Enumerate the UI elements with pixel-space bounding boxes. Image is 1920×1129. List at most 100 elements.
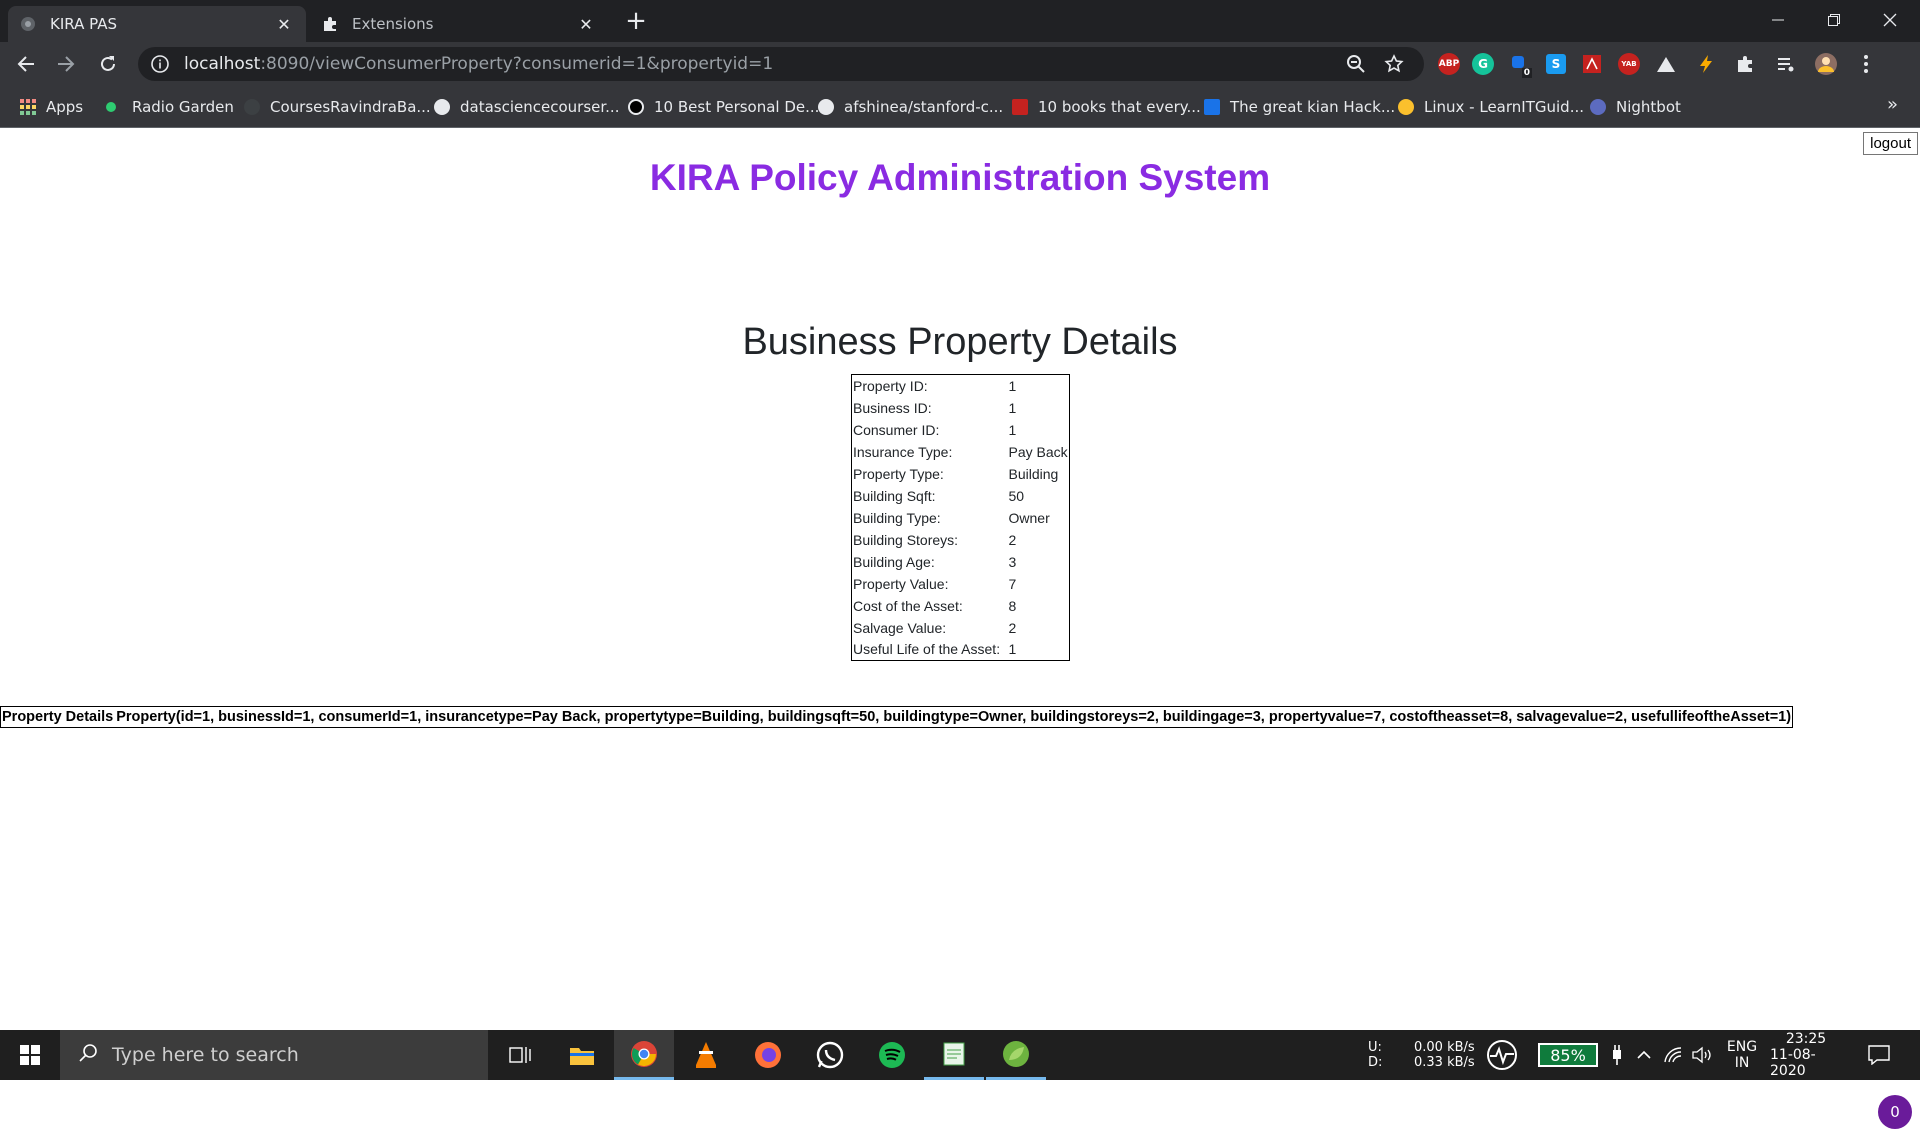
chevron-up-icon[interactable]	[1636, 1030, 1652, 1080]
taskbar: Type here to search U: D: 0.00 kB/s 0.33…	[0, 1030, 1920, 1080]
bookmark-best-personal[interactable]: 10 Best Personal De...	[628, 96, 819, 118]
detail-label: Cost of the Asset:	[853, 597, 963, 614]
url-path: :8090/viewConsumerProperty?consumerid=1&…	[260, 54, 774, 74]
forward-icon[interactable]	[52, 50, 80, 78]
minimize-button[interactable]	[1750, 0, 1806, 40]
puzzle-icon[interactable]	[1732, 50, 1760, 78]
table-row: Business ID: 1	[852, 397, 1070, 419]
robot-icon	[1590, 99, 1606, 115]
tab-kira-pas[interactable]: KIRA PAS ✕	[8, 6, 306, 42]
globe-icon	[20, 16, 36, 32]
restore-button[interactable]	[1806, 0, 1862, 40]
bookmark-courses[interactable]: CoursesRavindraBa...	[244, 96, 431, 118]
whatsapp-icon[interactable]	[800, 1030, 860, 1080]
address-bar[interactable]: localhost:8090/viewConsumerProperty?cons…	[138, 47, 1424, 81]
tab-extensions[interactable]: Extensions ✕	[310, 6, 608, 42]
app-title: KIRA Policy Administration System	[649, 157, 1271, 198]
github-icon	[434, 99, 450, 115]
plug-icon[interactable]	[1610, 1030, 1624, 1080]
puzzle-icon	[322, 16, 338, 32]
star-icon[interactable]	[1384, 54, 1404, 79]
clock[interactable]: 23:25 11-08-2020	[1770, 1030, 1842, 1080]
detail-label: Consumer ID:	[853, 421, 940, 438]
detail-value: 2	[1008, 619, 1017, 636]
net-up-label: U:	[1368, 1040, 1382, 1055]
bookmark-label: afshinea/stanford-c...	[844, 98, 1004, 116]
bookmark-apps[interactable]: Apps	[20, 96, 83, 118]
avatar[interactable]	[1812, 50, 1840, 78]
close-window-button[interactable]	[1862, 0, 1918, 40]
info-icon[interactable]	[150, 54, 170, 74]
back-icon[interactable]	[12, 50, 40, 78]
file-explorer-icon[interactable]	[552, 1030, 612, 1080]
chevron-right-icon[interactable]: »	[1887, 94, 1898, 115]
detail-value: 1	[1008, 399, 1017, 416]
lightning-icon[interactable]	[1692, 50, 1720, 78]
chrome-icon[interactable]	[614, 1030, 674, 1080]
close-icon[interactable]: ✕	[576, 14, 596, 34]
new-tab-button[interactable]: +	[622, 8, 650, 36]
grammarly-icon[interactable]: G	[1472, 53, 1494, 75]
bookmark-radio-garden[interactable]: Radio Garden	[104, 96, 234, 118]
bookmark-10-books[interactable]: 10 books that every...	[1012, 96, 1201, 118]
bookmark-label: Nightbot	[1616, 98, 1681, 116]
taskbar-search-input[interactable]: Type here to search	[60, 1030, 488, 1080]
vlc-icon[interactable]	[676, 1030, 736, 1080]
reload-icon[interactable]	[94, 50, 122, 78]
spotify-icon[interactable]	[862, 1030, 922, 1080]
notification-badge[interactable]: 0	[1878, 1095, 1912, 1129]
bookmark-nightbot[interactable]: Nightbot	[1590, 96, 1681, 118]
cm-logo-icon	[1204, 99, 1220, 115]
net-speed-values: 0.00 kB/s 0.33 kB/s	[1414, 1030, 1475, 1080]
search-placeholder: Type here to search	[112, 1044, 299, 1066]
yab-icon[interactable]: YAB	[1618, 53, 1640, 75]
summary-label: Property Details	[2, 709, 114, 725]
logout-button[interactable]: logout	[1863, 132, 1918, 155]
detail-value: Pay Back	[1008, 443, 1068, 460]
time-label: 23:25	[1785, 1031, 1827, 1047]
media-queue-icon[interactable]	[1772, 50, 1800, 78]
task-view-icon[interactable]	[490, 1030, 550, 1080]
menu-icon[interactable]	[1852, 50, 1880, 78]
bookmark-label: 10 books that every...	[1038, 98, 1201, 116]
bookmarks-bar: Apps Radio Garden CoursesRavindraBa... d…	[0, 86, 1920, 128]
shortcut-extension-icon[interactable]: S	[1546, 54, 1566, 74]
green-dot-icon	[106, 102, 116, 112]
heartbeat-monitor-icon[interactable]	[1486, 1030, 1518, 1080]
detail-value: 1	[1008, 377, 1017, 394]
detail-label: Salvage Value:	[853, 619, 947, 636]
firefox-icon[interactable]	[738, 1030, 798, 1080]
mountain-icon[interactable]	[1652, 50, 1680, 78]
volume-icon[interactable]	[1692, 1030, 1714, 1080]
bookmark-datascience[interactable]: datasciencecourser...	[434, 96, 619, 118]
table-row: Property Type: Building	[852, 463, 1070, 485]
wifi-icon[interactable]	[1664, 1030, 1684, 1080]
bookmark-kian-hack[interactable]: The great kian Hack...	[1204, 96, 1395, 118]
bookmark-label: Radio Garden	[132, 98, 234, 116]
detail-value: 1	[1008, 641, 1017, 658]
close-icon[interactable]: ✕	[274, 14, 294, 34]
action-center-icon[interactable]	[1868, 1030, 1890, 1080]
adblock-icon[interactable]: ABP	[1438, 53, 1460, 75]
zoom-icon[interactable]	[1346, 54, 1366, 79]
lang-label: ENG	[1726, 1039, 1758, 1055]
spring-tool-icon[interactable]	[986, 1030, 1046, 1080]
detail-label: Insurance Type:	[853, 443, 953, 460]
property-summary: Property Details Property(id=1, businessI…	[0, 706, 1794, 728]
bookmark-afshinea[interactable]: afshinea/stanford-c...	[818, 96, 1003, 118]
notepad-icon[interactable]	[924, 1030, 984, 1080]
extension-badge-icon[interactable]: 0	[1506, 50, 1534, 78]
windows-start-icon[interactable]	[0, 1030, 60, 1080]
battery-indicator[interactable]: 85%	[1538, 1043, 1598, 1067]
bookmark-label: datasciencecourser...	[460, 98, 620, 116]
browser-toolbar: localhost:8090/viewConsumerProperty?cons…	[0, 42, 1920, 86]
linux-tux-icon	[1398, 99, 1414, 115]
table-row: Consumer ID: 1	[852, 419, 1070, 441]
pdf-icon[interactable]	[1578, 50, 1606, 78]
bookmark-linux[interactable]: Linux - LearnITGuid...	[1398, 96, 1584, 118]
language-indicator[interactable]: ENG IN	[1722, 1030, 1762, 1080]
chart-logo-icon	[1012, 99, 1028, 115]
region-label: IN	[1734, 1055, 1750, 1071]
table-row: Cost of the Asset: 8	[852, 595, 1070, 617]
detail-value: 8	[1008, 597, 1017, 614]
